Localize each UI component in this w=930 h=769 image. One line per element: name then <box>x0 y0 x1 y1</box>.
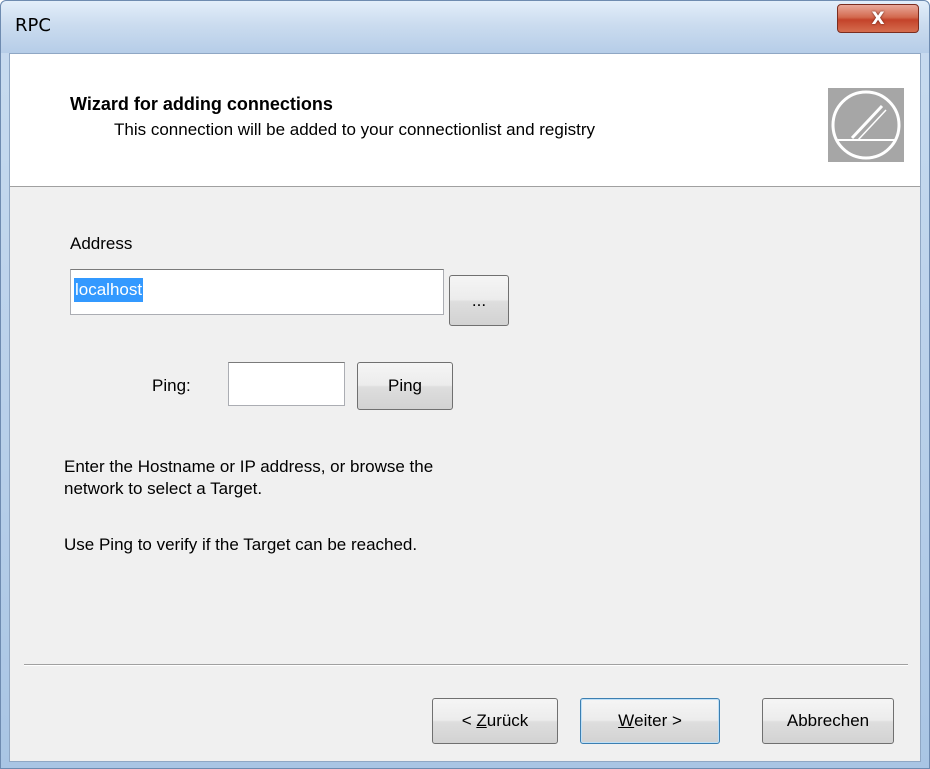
next-button-mnemonic: W <box>618 711 635 730</box>
ping-button-label: Ping <box>387 376 423 395</box>
address-label: Address <box>70 234 133 253</box>
cancel-button[interactable]: Abbrechen <box>762 698 894 744</box>
back-button-prefix: < <box>461 711 477 730</box>
instructions-line-1: Enter the Hostname or IP address, or bro… <box>64 457 434 476</box>
title-bar[interactable]: RPC X <box>1 1 929 53</box>
ping-hint-text: Use Ping to verify if the Target can be … <box>64 535 418 554</box>
close-button[interactable]: X <box>837 4 919 33</box>
close-icon: X <box>871 8 885 29</box>
wizard-title: Wizard for adding connections <box>70 94 333 114</box>
back-button-rest: urück <box>486 711 529 730</box>
pen-circle-logo-icon <box>828 88 904 162</box>
address-input-value: localhost <box>74 278 144 302</box>
next-button[interactable]: Weiter > <box>580 698 720 744</box>
browse-network-button[interactable]: ... <box>449 275 509 326</box>
back-button-mnemonic: Z <box>476 711 487 730</box>
ping-label: Ping: <box>152 376 191 395</box>
dialog-client-area: Wizard for adding connections This conne… <box>9 53 921 762</box>
instructions-text: Enter the Hostname or IP address, or bro… <box>64 456 584 500</box>
wizard-header: Wizard for adding connections This conne… <box>10 54 920 187</box>
wizard-subtitle: This connection will be added to your co… <box>114 120 595 139</box>
cancel-button-label: Abbrechen <box>786 711 870 730</box>
next-button-rest: eiter > <box>634 711 682 730</box>
ping-button[interactable]: Ping <box>357 362 453 410</box>
wizard-window: RPC X Wizard for adding connections This… <box>0 0 930 769</box>
instructions-line-2: network to select a Target. <box>64 479 263 498</box>
browse-button-label: ... <box>471 290 487 310</box>
back-button[interactable]: < Zurück <box>432 698 558 744</box>
address-input[interactable]: localhost <box>70 269 444 315</box>
window-title: RPC <box>15 15 51 36</box>
footer-divider <box>24 664 908 666</box>
ping-result-field[interactable] <box>228 362 345 406</box>
